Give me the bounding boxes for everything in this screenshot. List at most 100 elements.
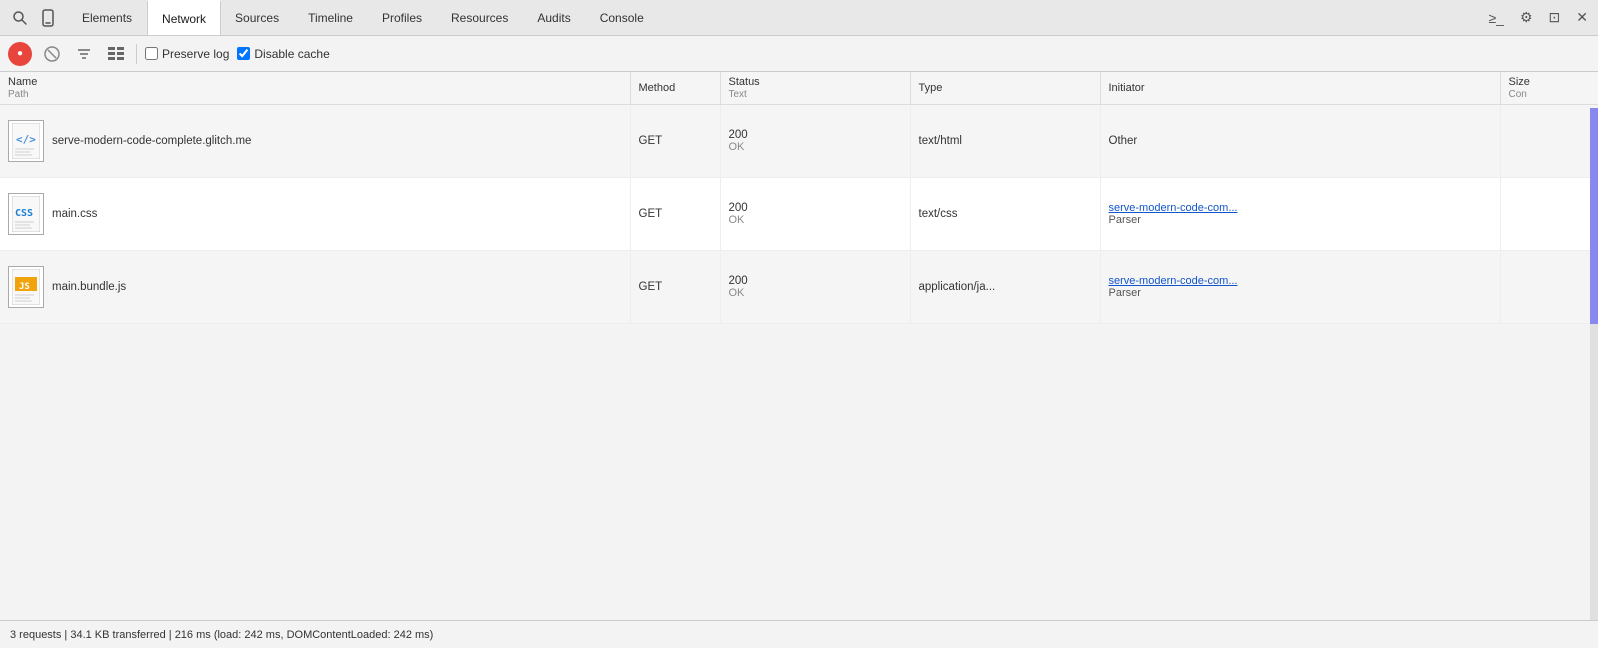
type-value-1: text/html [919, 135, 962, 147]
file-name-1: serve-modern-code-complete.glitch.me [52, 135, 251, 147]
disable-cache-checkbox[interactable] [237, 47, 250, 60]
main-content: Name Path Method Status Text Type [0, 72, 1598, 648]
dock-icon[interactable]: ⊡ [1545, 7, 1565, 28]
type-cell-1: text/html [910, 105, 1100, 178]
method-value-2: GET [639, 208, 663, 220]
initiator-cell-1: Other [1100, 105, 1500, 178]
file-name-3: main.bundle.js [52, 281, 126, 293]
settings-icon[interactable]: ⚙ [1516, 7, 1537, 28]
network-table-wrap[interactable]: Name Path Method Status Text Type [0, 72, 1598, 620]
svg-text:JS: JS [19, 282, 30, 292]
initiator-value-1: Other [1109, 135, 1138, 147]
svg-text:</>: </> [16, 133, 36, 146]
type-cell-3: application/ja... [910, 251, 1100, 324]
method-cell-3: GET [630, 251, 720, 324]
size-cell-2 [1500, 178, 1598, 251]
col-header-initiator[interactable]: Initiator [1100, 72, 1500, 105]
nav-tabs: Elements Network Sources Timeline Profil… [68, 0, 659, 35]
css-file-icon: CSS [8, 193, 44, 235]
scrollbar-track[interactable] [1590, 108, 1598, 620]
status-cell-2: 200 OK [720, 178, 910, 251]
tab-elements[interactable]: Elements [68, 0, 147, 35]
top-nav-right: ≥_ ⚙ ⊡ ✕ [1484, 7, 1592, 28]
name-cell-3: JS main.bundle.js [0, 251, 630, 324]
top-nav-bar: Elements Network Sources Timeline Profil… [0, 0, 1598, 36]
method-cell-2: GET [630, 178, 720, 251]
preserve-log-group: Preserve log [145, 47, 229, 61]
toolbar-separator [136, 44, 137, 64]
size-cell-3 [1500, 251, 1598, 324]
status-text-3: OK [729, 287, 745, 299]
tab-network[interactable]: Network [147, 0, 221, 35]
tab-sources[interactable]: Sources [221, 0, 294, 35]
table-header-row: Name Path Method Status Text Type [0, 72, 1598, 105]
tab-audits[interactable]: Audits [523, 0, 585, 35]
status-text-2: OK [729, 214, 745, 226]
col-header-status[interactable]: Status Text [720, 72, 910, 105]
status-text-1: OK [729, 141, 745, 153]
status-cell-3: 200 OK [720, 251, 910, 324]
col-header-con-label: Con [1509, 89, 1527, 100]
status-bar-text: 3 requests | 34.1 KB transferred | 216 m… [10, 629, 433, 641]
svg-text:CSS: CSS [15, 208, 33, 219]
tab-resources[interactable]: Resources [437, 0, 523, 35]
type-value-3: application/ja... [919, 281, 996, 293]
col-header-status-label: Status [729, 76, 760, 88]
initiator-sub-3: Parser [1109, 287, 1141, 299]
close-icon[interactable]: ✕ [1572, 7, 1592, 28]
status-bar: 3 requests | 34.1 KB transferred | 216 m… [0, 620, 1598, 648]
type-cell-2: text/css [910, 178, 1100, 251]
col-header-method-label: Method [639, 82, 676, 94]
initiator-link-2[interactable]: serve-modern-code-com... [1109, 202, 1238, 214]
devtools-body: ● [0, 36, 1598, 648]
scrollbar-thumb[interactable] [1590, 108, 1598, 324]
col-header-initiator-label: Initiator [1109, 82, 1145, 94]
col-header-method[interactable]: Method [630, 72, 720, 105]
col-header-name-label: Name [8, 76, 37, 88]
name-cell-1: </> serve-modern-code-complete.glitch.me [0, 105, 630, 178]
preserve-log-label[interactable]: Preserve log [162, 47, 229, 61]
clear-button[interactable] [40, 42, 64, 66]
col-header-type-label: Type [919, 82, 943, 94]
col-header-size-label: Size [1509, 76, 1530, 88]
type-value-2: text/css [919, 208, 958, 220]
col-header-type[interactable]: Type [910, 72, 1100, 105]
disable-cache-label[interactable]: Disable cache [254, 47, 329, 61]
list-view-button[interactable] [104, 42, 128, 66]
network-toolbar: ● [0, 36, 1598, 72]
name-cell-2: CSS main.css [0, 178, 630, 251]
col-header-size[interactable]: Size Con [1500, 72, 1598, 105]
table-row[interactable]: JS main.bundle.js GET [0, 251, 1598, 324]
network-table: Name Path Method Status Text Type [0, 72, 1598, 324]
tab-profiles[interactable]: Profiles [368, 0, 437, 35]
html-file-icon: </> [8, 120, 44, 162]
initiator-cell-3: serve-modern-code-com... Parser [1100, 251, 1500, 324]
preserve-log-checkbox[interactable] [145, 47, 158, 60]
initiator-sub-2: Parser [1109, 214, 1141, 226]
table-row[interactable]: </> serve-modern-code-complete.glitch.me [0, 105, 1598, 178]
status-value-1: 200 [729, 129, 748, 141]
filter-button[interactable] [72, 42, 96, 66]
col-header-name[interactable]: Name Path [0, 72, 630, 105]
tab-console[interactable]: Console [586, 0, 659, 35]
status-cell-1: 200 OK [720, 105, 910, 178]
record-button[interactable]: ● [8, 42, 32, 66]
method-value-1: GET [639, 135, 663, 147]
status-value-3: 200 [729, 275, 748, 287]
col-header-text-label: Text [729, 89, 747, 100]
file-name-2: main.css [52, 208, 97, 220]
size-cell-1 [1500, 105, 1598, 178]
method-cell-1: GET [630, 105, 720, 178]
disable-cache-group: Disable cache [237, 47, 329, 61]
execute-icon[interactable]: ≥_ [1484, 8, 1507, 28]
status-value-2: 200 [729, 202, 748, 214]
tab-timeline[interactable]: Timeline [294, 0, 368, 35]
col-header-path-label: Path [8, 89, 29, 100]
method-value-3: GET [639, 281, 663, 293]
mobile-icon[interactable] [34, 4, 62, 32]
initiator-cell-2: serve-modern-code-com... Parser [1100, 178, 1500, 251]
search-icon[interactable] [6, 4, 34, 32]
initiator-link-3[interactable]: serve-modern-code-com... [1109, 275, 1238, 287]
js-file-icon: JS [8, 266, 44, 308]
table-row[interactable]: CSS main.css GET [0, 178, 1598, 251]
